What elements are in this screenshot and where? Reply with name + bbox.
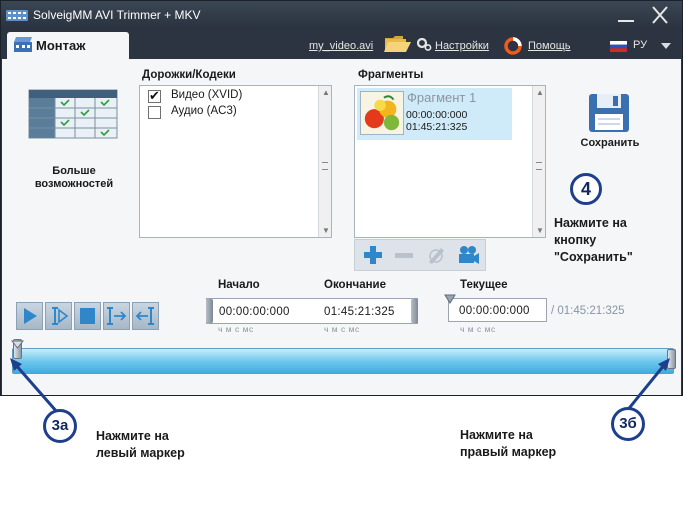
plus-icon[interactable]: [360, 243, 386, 267]
timeline-track[interactable]: [12, 348, 674, 374]
tab-montage-label: Монтаж: [36, 38, 86, 53]
save-label: Сохранить: [580, 137, 640, 149]
help-icon[interactable]: [504, 37, 522, 55]
track-item-label: Видео (XVID): [171, 89, 243, 101]
fragment-item[interactable]: Фрагмент 1 00:00:00:000 01:45:21:325: [357, 88, 512, 140]
main-window: SolveigMM AVI Trimmer + MKV Монтаж my_vi…: [0, 0, 683, 396]
step-4-marker: 4: [570, 173, 602, 205]
film-icon: [14, 37, 32, 52]
step-3b-marker: 3б: [611, 407, 645, 441]
app-icon: [6, 10, 28, 21]
more-features-button[interactable]: Больше возможностей: [24, 87, 124, 197]
tracks-list: Видео (XVID) Аудио (AC3) ▲ ▼: [139, 85, 332, 238]
floppy-disk-icon: [589, 94, 629, 132]
start-time-label: Начало: [218, 279, 260, 291]
step-3b-hint-line2: правый маркер: [460, 445, 557, 459]
montage-panel: Больше возможностей Дорожки/Кодеки Видео…: [2, 59, 681, 395]
fragments-scrollbar[interactable]: ▲ ▼: [532, 86, 545, 237]
step-3a-marker: 3а: [43, 409, 77, 443]
close-button[interactable]: [645, 3, 675, 27]
go-to-end-button[interactable]: [103, 302, 130, 330]
audio-track-checkbox[interactable]: [148, 106, 161, 119]
step-4-hint-line2: кнопку: [554, 233, 597, 247]
end-time-units: ч м с мс: [324, 324, 360, 334]
video-track-checkbox[interactable]: [148, 88, 161, 104]
position-pin-icon: [444, 294, 456, 304]
minus-icon[interactable]: [391, 243, 417, 267]
step-3a-hint-line1: Нажмите на: [96, 429, 169, 443]
minimize-button[interactable]: [613, 5, 639, 25]
file-name-link[interactable]: my_video.avi: [309, 40, 373, 52]
step-3a-hint-line2: левый маркер: [96, 446, 185, 460]
camera-icon[interactable]: [455, 243, 481, 267]
fragment-thumbnail: [360, 91, 404, 135]
stop-button[interactable]: [74, 302, 101, 330]
step-4-hint-line3: "Сохранить": [554, 250, 633, 264]
stop-icon: [80, 308, 95, 324]
folder-icon[interactable]: [384, 34, 412, 54]
end-time-label: Окончание: [324, 279, 387, 291]
current-time-units: ч м с мс: [460, 324, 496, 334]
go-to-end-icon: [107, 307, 127, 325]
fragment-title: Фрагмент 1: [407, 90, 477, 105]
current-time-field[interactable]: 00:00:00:000: [444, 294, 547, 322]
more-features-label-2: возможностей: [34, 178, 114, 190]
chevron-down-icon[interactable]: [660, 41, 672, 51]
fragments-list: Фрагмент 1 00:00:00:000 01:45:21:325 ▲ ▼: [354, 85, 546, 238]
total-duration: / 01:45:21:325: [551, 305, 625, 317]
play-button[interactable]: [16, 302, 43, 330]
go-to-start-icon: [135, 307, 154, 325]
end-handle[interactable]: [411, 298, 418, 324]
start-end-time-field[interactable]: 00:00:00:000 01:45:21:325: [206, 298, 418, 324]
settings-link[interactable]: Настройки: [435, 40, 489, 52]
step-icon: [52, 307, 69, 325]
edit-icon[interactable]: [423, 243, 449, 267]
right-marker[interactable]: [667, 349, 676, 369]
title-bar: SolveigMM AVI Trimmer + MKV: [1, 1, 682, 29]
window-title: SolveigMM AVI Trimmer + MKV: [33, 8, 201, 22]
go-to-start-button[interactable]: [132, 302, 159, 330]
end-time-value[interactable]: 01:45:21:325: [324, 306, 395, 318]
fragment-start-time: 00:00:00:000: [406, 109, 468, 121]
start-time-value[interactable]: 00:00:00:000: [219, 306, 290, 318]
track-item-label: Аудио (AC3): [171, 105, 237, 117]
save-button[interactable]: Сохранить: [574, 93, 646, 155]
fragments-header: Фрагменты: [358, 69, 424, 81]
step-3b-hint: Нажмите на правый маркер: [460, 427, 556, 461]
fragment-end-time: 01:45:21:325: [406, 121, 468, 133]
step-4-hint: Нажмите на кнопку "Сохранить": [554, 215, 633, 266]
tracks-header: Дорожки/Кодеки: [142, 69, 236, 81]
tab-montage[interactable]: Монтаж: [7, 32, 129, 59]
language-selector[interactable]: РУ: [633, 39, 647, 51]
play-icon: [24, 308, 37, 324]
table-grid-icon: [28, 89, 118, 139]
left-marker-pin-icon: [11, 340, 24, 349]
step-3b-hint-line1: Нажмите на: [460, 428, 533, 442]
step-4-hint-line1: Нажмите на: [554, 216, 627, 230]
tracks-scrollbar[interactable]: ▲ ▼: [318, 86, 331, 237]
step-frame-button[interactable]: [45, 302, 72, 330]
step-3a-hint: Нажмите на левый маркер: [96, 428, 185, 462]
fragment-toolbar: [354, 239, 486, 271]
gear-icon[interactable]: [417, 38, 432, 51]
current-time-label: Текущее: [460, 279, 508, 291]
flag-icon[interactable]: [610, 41, 627, 52]
start-time-units: ч м с мс: [218, 324, 254, 334]
top-toolbar: Монтаж my_video.avi Настройки Помощь РУ: [1, 29, 682, 59]
current-time-value[interactable]: 00:00:00:000: [459, 305, 530, 317]
start-handle[interactable]: [206, 298, 213, 324]
help-link[interactable]: Помощь: [528, 40, 571, 52]
more-features-label-1: Больше: [52, 165, 96, 177]
